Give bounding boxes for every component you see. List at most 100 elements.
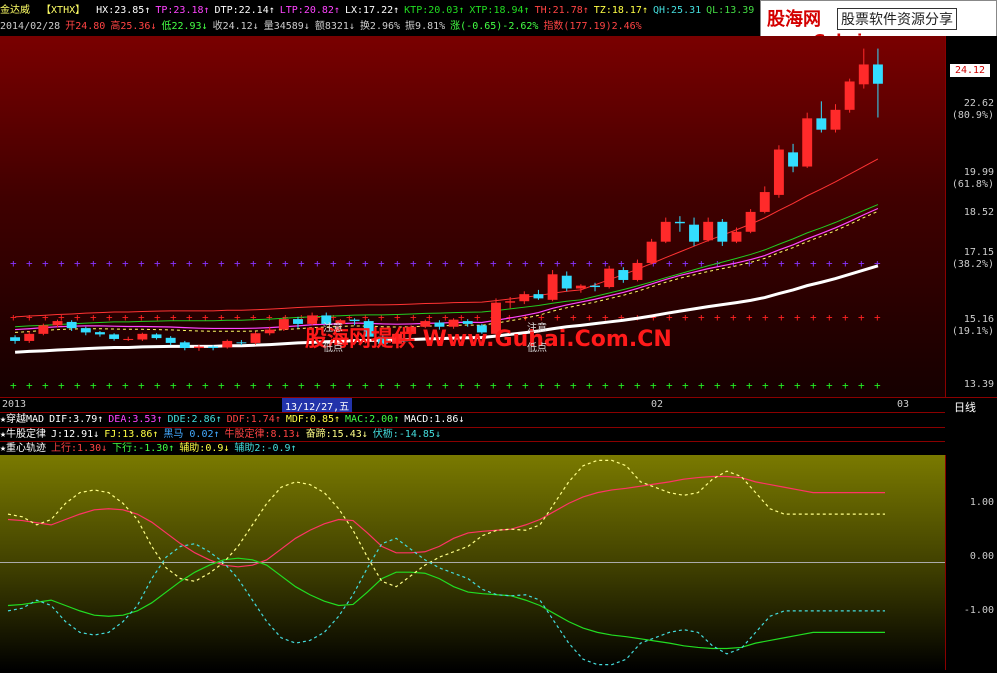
level-cross-mark: + — [170, 311, 177, 324]
bottom-cross-mark: + — [298, 379, 305, 392]
level-cross-mark: + — [138, 257, 145, 270]
level-cross-mark: + — [714, 311, 721, 324]
indicator-name: ★重心轨迹 — [0, 443, 47, 454]
osc-line-上行 — [7, 475, 885, 568]
stock-code: 【XTHX】 — [41, 5, 86, 16]
candle — [109, 333, 120, 341]
price-chart-panel[interactable]: + + + + + + + + + + + + + + + + + + + + + + + + + + + + + + + + + + + + + + + +… — [0, 36, 945, 397]
header-indicator-7: TH:21.78↑ — [534, 5, 589, 16]
header-indicator-8: TZ:18.17↑ — [593, 5, 648, 16]
candle — [816, 101, 827, 133]
bottom-cross-mark: + — [730, 379, 737, 392]
candle — [660, 217, 671, 244]
level-cross-mark: + — [58, 257, 65, 270]
level-cross-mark: + — [266, 311, 273, 324]
bottom-cross-mark: + — [346, 379, 353, 392]
level-cross-mark: + — [858, 311, 865, 324]
level-cross-mark: + — [154, 257, 161, 270]
level-cross-mark: + — [682, 257, 689, 270]
level-cross-mark: + — [218, 311, 225, 324]
candle — [717, 219, 728, 246]
level-cross-mark: + — [698, 311, 705, 324]
bottom-cross-mark: + — [842, 379, 849, 392]
bottom-cross-mark: + — [682, 379, 689, 392]
level-cross-mark: + — [250, 311, 257, 324]
stock-name[interactable]: 金达威 — [0, 5, 30, 16]
bottom-cross-mark: + — [458, 379, 465, 392]
bottom-cross-mark: + — [362, 379, 369, 392]
level-cross-mark: + — [42, 257, 49, 270]
bottom-cross-mark: + — [170, 379, 177, 392]
osc-tick: 1.00 — [969, 497, 994, 508]
quote-header-line2: 2014/02/28 开24.80 高25.36↓ 低22.93↓ 收24.12↓ 量34… — [0, 19, 647, 34]
candle — [179, 340, 190, 351]
bottom-cross-mark: + — [10, 379, 17, 392]
header-indicator-9: QH:25.31 — [652, 5, 702, 16]
bottom-cross-mark: + — [618, 379, 625, 392]
quote-value-3: 低22.93↓ — [161, 21, 208, 32]
candle — [858, 48, 869, 89]
header-indicator-values: HX:23.85↑ TP:23.18↑ DTP:22.14↑ LTP:20.82↑ LX… — [96, 5, 759, 16]
bottom-cross-mark: + — [714, 379, 721, 392]
level-cross-mark: + — [586, 257, 593, 270]
bottom-cross-mark: + — [490, 379, 497, 392]
bottom-cross-mark: + — [234, 379, 241, 392]
date-axis-right: 03 — [897, 399, 910, 410]
level-cross-mark: + — [298, 257, 305, 270]
price-tick: 17.15 — [963, 247, 994, 258]
quote-value-8: 振9.81% — [405, 21, 446, 32]
level-cross-mark: + — [602, 257, 609, 270]
candle — [802, 112, 813, 168]
osc-line-辅助2 — [7, 537, 885, 666]
candle — [10, 335, 21, 344]
indicator-value: MAC:2.00↑ — [345, 414, 400, 425]
indicator-value: 辅助:0.9↓ — [179, 443, 230, 454]
level-cross-mark: + — [570, 257, 577, 270]
bottom-cross-mark: + — [138, 379, 145, 392]
quote-value-10: 指数(177.19)2.46% — [543, 21, 642, 32]
candle — [604, 265, 615, 289]
indicator-row-1[interactable]: ★牛股定律 J:12.91↓ FJ:13.86↑ 黑马 0.02↑ 牛股定律:8.13↓… — [0, 427, 945, 441]
bottom-cross-mark: + — [442, 379, 449, 392]
level-cross-mark: + — [746, 311, 753, 324]
indicator-name: ★牛股定律 — [0, 429, 47, 440]
bottom-cross-mark: + — [330, 379, 337, 392]
level-cross-mark: + — [314, 257, 321, 270]
oscillator-chart[interactable] — [0, 455, 945, 670]
level-cross-mark: + — [666, 257, 673, 270]
level-cross-mark: + — [522, 257, 529, 270]
bottom-cross-mark: + — [874, 379, 881, 392]
price-tick: (19.1%) — [951, 326, 994, 337]
indicator-value: 下行:-1.30↑ — [112, 443, 175, 454]
price-tick: 19.99 — [963, 167, 994, 178]
bottom-cross-mark: + — [538, 379, 545, 392]
header-indicator-4: LX:17.22↑ — [344, 5, 400, 16]
level-cross-mark: + — [810, 257, 817, 270]
indicator-value: DEA:3.53↑ — [108, 414, 163, 425]
oscillator-panel[interactable] — [0, 455, 945, 670]
level-cross-mark: + — [730, 311, 737, 324]
candle — [222, 339, 233, 349]
bottom-cross-mark: + — [762, 379, 769, 392]
indicator-value: J:12.91↓ — [51, 429, 100, 440]
candle — [844, 78, 855, 113]
indicator-row-0[interactable]: ★穿越MAD DIF:3.79↑ DEA:3.53↑ DDE:2.86↑ DDF:1.7… — [0, 412, 945, 426]
current-price-tag: 24.12 — [950, 64, 990, 77]
price-tick: (80.9%) — [951, 110, 994, 121]
level-cross-mark: + — [26, 311, 33, 324]
candle — [731, 227, 742, 244]
bottom-cross-mark: + — [202, 379, 209, 392]
level-cross-mark: + — [458, 257, 465, 270]
level-cross-mark: + — [186, 311, 193, 324]
indicator-row-2[interactable]: ★重心轨迹 上行:1.30↓ 下行:-1.30↑ 辅助:0.9↓ 辅助2:-0.9↑ — [0, 441, 945, 455]
bottom-cross-mark: + — [90, 379, 97, 392]
price-tick: (38.2%) — [951, 259, 994, 270]
level-cross-mark: + — [794, 311, 801, 324]
header-indicator-1: TP:23.18↑ — [155, 5, 210, 16]
candle — [689, 217, 699, 246]
bottom-cross-mark: + — [314, 379, 321, 392]
level-cross-mark: + — [794, 257, 801, 270]
period-selector[interactable]: 日线 — [954, 399, 976, 415]
level-cross-mark: + — [90, 257, 97, 270]
quote-value-4: 收24.12↓ — [212, 21, 259, 32]
